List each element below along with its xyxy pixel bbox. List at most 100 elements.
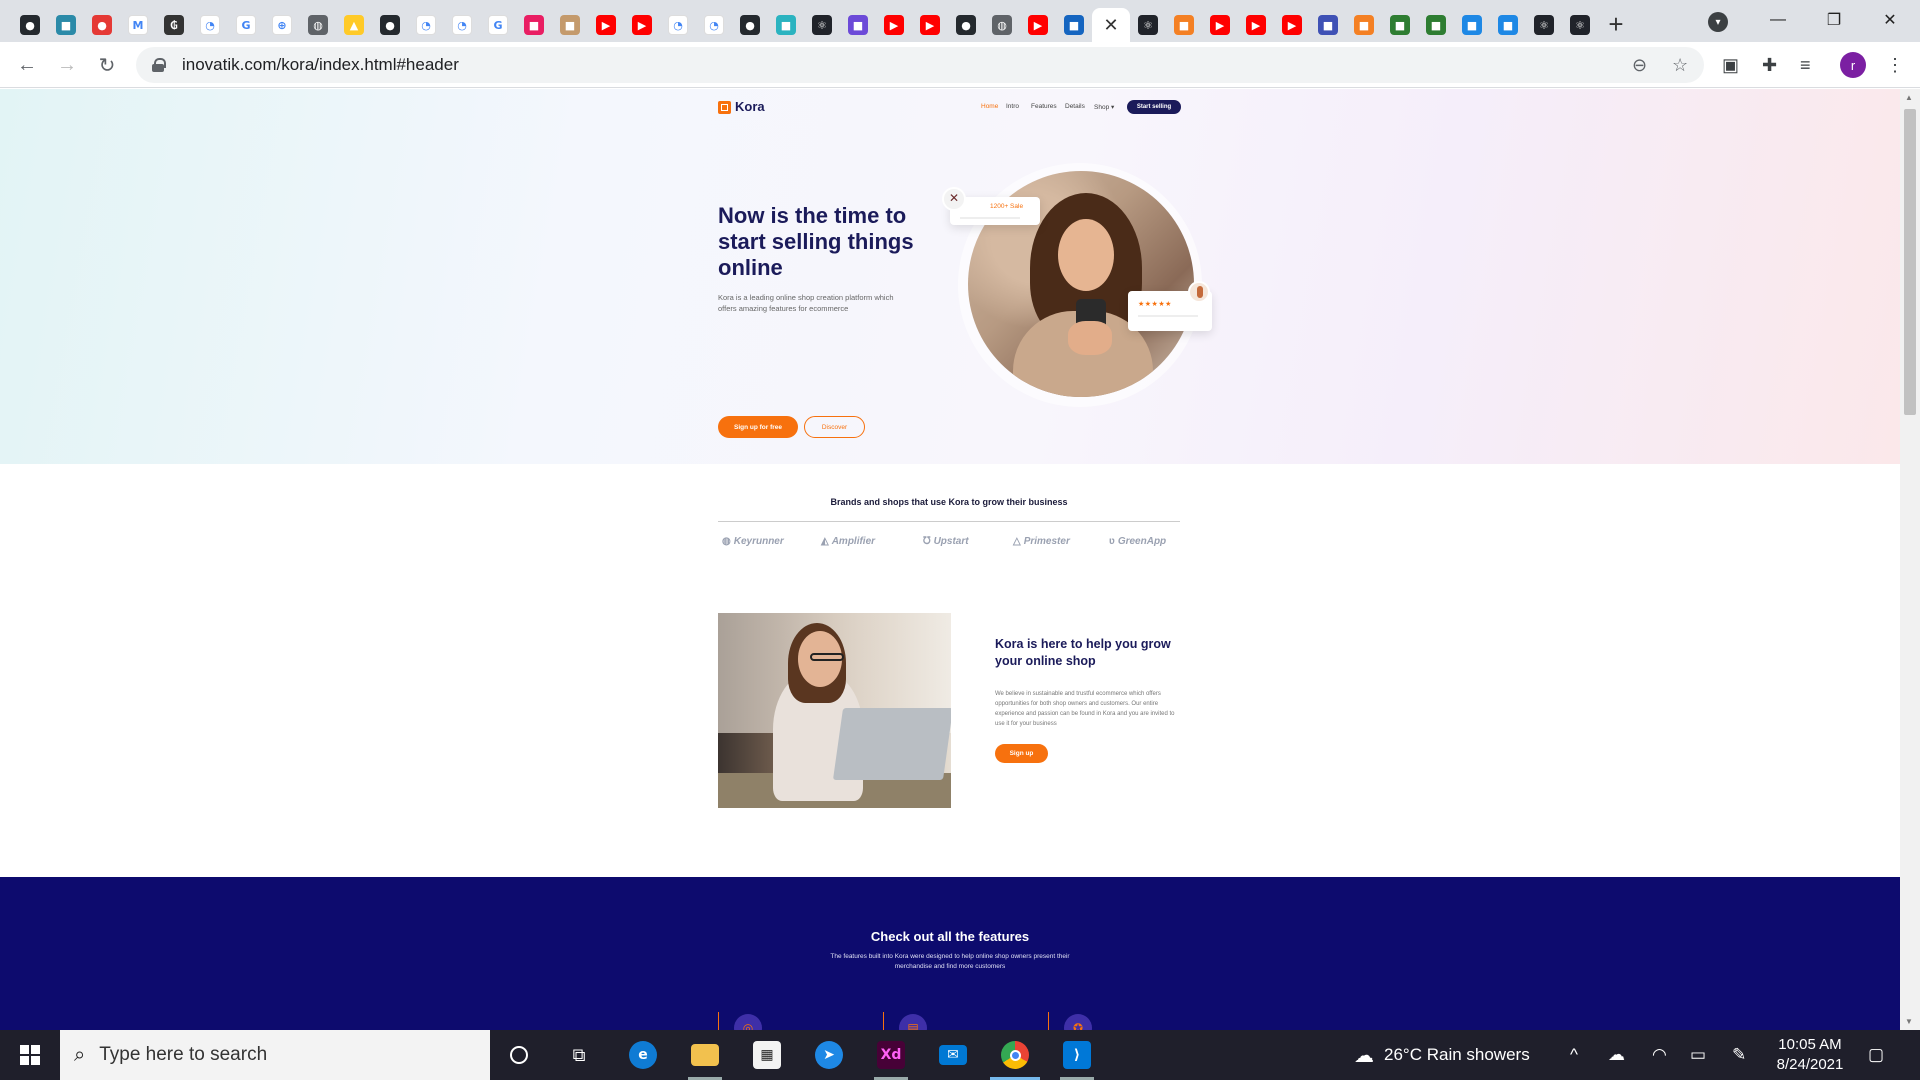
start-button[interactable] xyxy=(0,1030,60,1080)
page-icon[interactable]: ◔ xyxy=(704,15,724,35)
browser-tab[interactable]: ◔ xyxy=(696,8,732,42)
url-text[interactable]: inovatik.com/kora/index.html#header xyxy=(182,55,459,75)
browser-tab[interactable]: ■ xyxy=(1310,8,1346,42)
globe-icon[interactable]: ◍ xyxy=(992,15,1012,35)
address-bar[interactable]: inovatik.com/kora/index.html#header ⊖ ☆ xyxy=(136,47,1704,83)
globe-icon[interactable]: ◍ xyxy=(308,15,328,35)
scroll-up-arrow-icon[interactable]: ▲ xyxy=(1905,93,1913,102)
youtube-icon[interactable]: ▶ xyxy=(1282,15,1302,35)
close-window-button[interactable]: ✕ xyxy=(1862,4,1918,36)
nav-features[interactable]: Features xyxy=(1031,103,1057,110)
youtube-icon[interactable]: ▶ xyxy=(1210,15,1230,35)
taskbar-chrome[interactable] xyxy=(986,1030,1044,1080)
search-icon[interactable]: ⌕ xyxy=(74,1044,85,1067)
browser-tab[interactable]: ■ xyxy=(48,8,84,42)
github-icon[interactable]: ● xyxy=(380,15,400,35)
start-selling-button[interactable]: Start selling xyxy=(1127,100,1181,114)
kora-logo-icon[interactable] xyxy=(718,101,731,114)
bookmark-star-icon[interactable]: ☆ xyxy=(1672,55,1688,76)
browser-tab[interactable]: ▶ xyxy=(588,8,624,42)
extensions-icon[interactable]: ✚ xyxy=(1762,55,1777,76)
app-icon[interactable]: ■ xyxy=(1390,15,1410,35)
browser-tab[interactable]: G xyxy=(228,8,264,42)
taskbar-mail[interactable]: ✉ xyxy=(924,1030,982,1080)
youtube-icon[interactable]: ▶ xyxy=(884,15,904,35)
cortana-icon[interactable] xyxy=(510,1046,528,1064)
vscode-icon[interactable]: ⟩ xyxy=(1063,1041,1091,1069)
crypto-icon[interactable]: ₲ xyxy=(164,15,184,35)
browser-tab[interactable]: ▶ xyxy=(1238,8,1274,42)
browser-tab[interactable]: ▶ xyxy=(1020,8,1056,42)
browser-tab[interactable]: ■ xyxy=(1346,8,1382,42)
discover-button[interactable]: Discover xyxy=(804,416,865,438)
browser-tab[interactable]: G xyxy=(480,8,516,42)
app-icon[interactable]: ■ xyxy=(1426,15,1446,35)
browser-tab[interactable]: ● xyxy=(12,8,48,42)
scroll-down-arrow-icon[interactable]: ▼ xyxy=(1905,1017,1913,1026)
app-icon[interactable]: ■ xyxy=(1174,15,1194,35)
google-icon[interactable]: G xyxy=(488,15,508,35)
nav-shop-dropdown[interactable]: Shop ▾ xyxy=(1094,103,1114,111)
task-view-button[interactable]: ⧉ xyxy=(550,1030,608,1080)
windows-logo-icon[interactable] xyxy=(20,1045,40,1065)
lock-icon[interactable] xyxy=(152,58,166,72)
profile-avatar[interactable]: r xyxy=(1840,52,1866,78)
weather-text[interactable]: 26°C Rain showers xyxy=(1384,1045,1530,1065)
browser-tab[interactable]: ⚛ xyxy=(1526,8,1562,42)
browser-tab[interactable]: ◔ xyxy=(444,8,480,42)
browser-tab[interactable]: ◔ xyxy=(192,8,228,42)
browser-tab[interactable]: ● xyxy=(948,8,984,42)
firebase-icon[interactable]: ▲ xyxy=(344,15,364,35)
zoom-icon[interactable]: ⊕ xyxy=(272,15,292,35)
nav-home[interactable]: Home xyxy=(981,103,998,110)
nav-intro[interactable]: Intro xyxy=(1006,103,1019,110)
google-icon[interactable]: G xyxy=(236,15,256,35)
notifications-icon[interactable]: ▢ xyxy=(1868,1030,1884,1080)
page-icon[interactable]: ◔ xyxy=(416,15,436,35)
youtube-icon[interactable]: ▶ xyxy=(596,15,616,35)
active-tab[interactable]: ✕ xyxy=(1092,8,1130,42)
app-icon[interactable]: ■ xyxy=(776,15,796,35)
pen-icon[interactable]: ✎ xyxy=(1732,1030,1746,1080)
browser-tab[interactable]: ⚛ xyxy=(1562,8,1598,42)
clock-time[interactable]: 10:05 AM xyxy=(1760,1035,1860,1055)
menu-kebab-icon[interactable]: ⋮ xyxy=(1886,55,1904,76)
browser-tab[interactable]: ■ xyxy=(516,8,552,42)
taskbar-vscode[interactable]: ⟩ xyxy=(1048,1030,1106,1080)
github-icon[interactable]: ● xyxy=(20,15,40,35)
browser-tab[interactable]: ■ xyxy=(552,8,588,42)
app-icon[interactable]: ■ xyxy=(524,15,544,35)
browser-tab[interactable]: ■ xyxy=(768,8,804,42)
wifi-icon[interactable]: ◠ xyxy=(1652,1030,1667,1080)
browser-tab[interactable]: ⊕ xyxy=(264,8,300,42)
compass-icon[interactable]: ➤ xyxy=(815,1041,843,1069)
nav-details[interactable]: Details xyxy=(1065,103,1085,110)
browser-tab[interactable]: ■ xyxy=(1418,8,1454,42)
media-control-icon[interactable]: ≡ xyxy=(1800,55,1811,76)
youtube-icon[interactable]: ▶ xyxy=(1028,15,1048,35)
react-icon[interactable]: ⚛ xyxy=(812,15,832,35)
browser-tab[interactable]: ▲ xyxy=(336,8,372,42)
show-hidden-icons-button[interactable]: ^ xyxy=(1570,1030,1578,1080)
weather-widget[interactable]: ☁ 26°C Rain showers xyxy=(1354,1030,1530,1080)
page-icon[interactable]: ◔ xyxy=(668,15,688,35)
youtube-icon[interactable]: ▶ xyxy=(920,15,940,35)
browser-tab[interactable]: ▶ xyxy=(1202,8,1238,42)
page-icon[interactable]: ◔ xyxy=(200,15,220,35)
browser-tab[interactable]: ▶ xyxy=(912,8,948,42)
app-icon[interactable]: ■ xyxy=(1462,15,1482,35)
forward-button[interactable]: → xyxy=(52,50,82,80)
site-logo[interactable]: Kora xyxy=(735,99,765,114)
app-icon[interactable]: ■ xyxy=(1498,15,1518,35)
store-icon[interactable]: ▦ xyxy=(753,1041,781,1069)
about-sign-up-button[interactable]: Sign up xyxy=(995,744,1048,763)
back-button[interactable]: ← xyxy=(12,50,42,80)
github-icon[interactable]: ● xyxy=(740,15,760,35)
browser-tab[interactable]: ⚛ xyxy=(1130,8,1166,42)
tab-search-icon[interactable]: ▾ xyxy=(1708,12,1728,32)
taskbar-edge[interactable]: e xyxy=(614,1030,672,1080)
new-tab-button[interactable]: + xyxy=(1598,7,1634,41)
browser-tab[interactable]: ◍ xyxy=(300,8,336,42)
folder-icon[interactable] xyxy=(691,1044,719,1066)
chrome-icon[interactable] xyxy=(1001,1041,1029,1069)
